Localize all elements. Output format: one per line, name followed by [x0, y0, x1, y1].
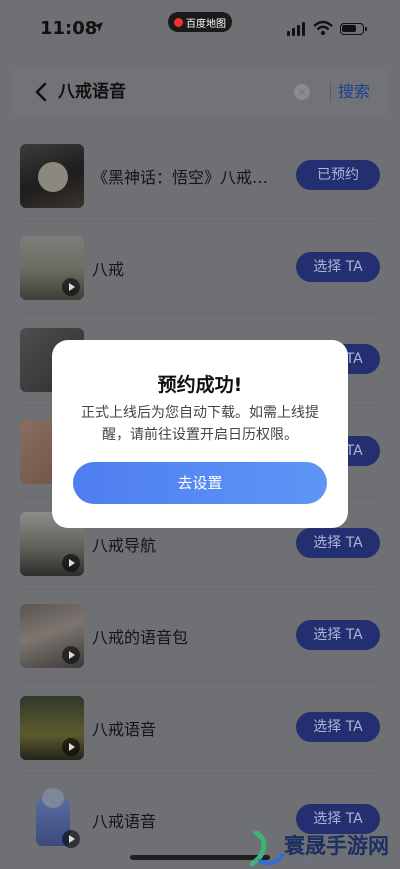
map-pill-label: 百度地图 — [186, 18, 226, 30]
thumbnail — [20, 696, 84, 760]
thumbnail — [20, 604, 84, 668]
select-button[interactable]: 选择 TA — [296, 528, 380, 558]
status-time: 11:08 — [40, 18, 98, 39]
select-button[interactable]: 选择 TA — [296, 712, 380, 742]
item-title: 八戒 — [92, 260, 125, 279]
dialog-title: 预约成功! — [157, 374, 243, 396]
list-item[interactable]: 八戒的语音包 选择 TA — [0, 590, 400, 682]
thumbnail — [20, 236, 84, 300]
list-item[interactable]: 《黑神话：悟空》八戒… 已预约 — [0, 130, 400, 222]
map-app-pill[interactable]: 百度地图 — [168, 12, 232, 32]
item-title: 《黑神话：悟空》八戒… — [92, 168, 269, 187]
wifi-icon — [313, 20, 333, 36]
clear-input-icon[interactable]: × — [294, 84, 310, 100]
status-bar: 11:08 百度地图 — [0, 0, 400, 58]
map-pin-icon — [174, 17, 183, 27]
cellular-signal-icon — [287, 22, 305, 36]
list-item[interactable]: 八戒语音 选择 TA — [0, 682, 400, 774]
dialog-message: 正式上线后为您自动下载。如需上线提醒，请前往设置开启日历权限。 — [81, 405, 319, 443]
select-button[interactable]: 选择 TA — [296, 620, 380, 650]
search-bar: 八戒语音 × 搜索 — [10, 66, 390, 118]
thumbnail — [20, 788, 84, 852]
watermark-text: 寰晟手游网 — [284, 833, 389, 858]
location-arrow-icon — [93, 22, 103, 32]
play-icon — [62, 830, 80, 848]
reserved-button[interactable]: 已预约 — [296, 160, 380, 190]
site-watermark: 寰晟手游网 huan-sun.com — [250, 830, 400, 869]
search-divider — [330, 82, 331, 102]
play-icon — [62, 554, 80, 572]
thumbnail — [20, 144, 84, 208]
watermark-url: huan-sun.com — [290, 857, 359, 866]
play-icon — [62, 646, 80, 664]
search-button[interactable]: 搜索 — [338, 79, 370, 105]
item-title: 八戒导航 — [92, 536, 157, 555]
watermark-logo-icon — [250, 831, 284, 867]
list-item[interactable]: 八戒 选择 TA — [0, 222, 400, 314]
play-icon — [62, 278, 80, 296]
item-title: 八戒语音 — [92, 720, 157, 739]
home-indicator[interactable] — [130, 855, 270, 860]
search-input[interactable]: 八戒语音 — [58, 80, 126, 104]
select-button[interactable]: 选择 TA — [296, 252, 380, 282]
item-title: 八戒的语音包 — [92, 628, 189, 647]
play-icon — [62, 738, 80, 756]
back-arrow-icon[interactable] — [30, 80, 54, 104]
battery-icon — [340, 23, 367, 35]
go-to-settings-button[interactable]: 去设置 — [73, 462, 327, 504]
item-title: 八戒语音 — [92, 812, 157, 831]
reservation-success-dialog: 预约成功! 正式上线后为您自动下载。如需上线提醒，请前往设置开启日历权限。 去设… — [52, 340, 348, 528]
